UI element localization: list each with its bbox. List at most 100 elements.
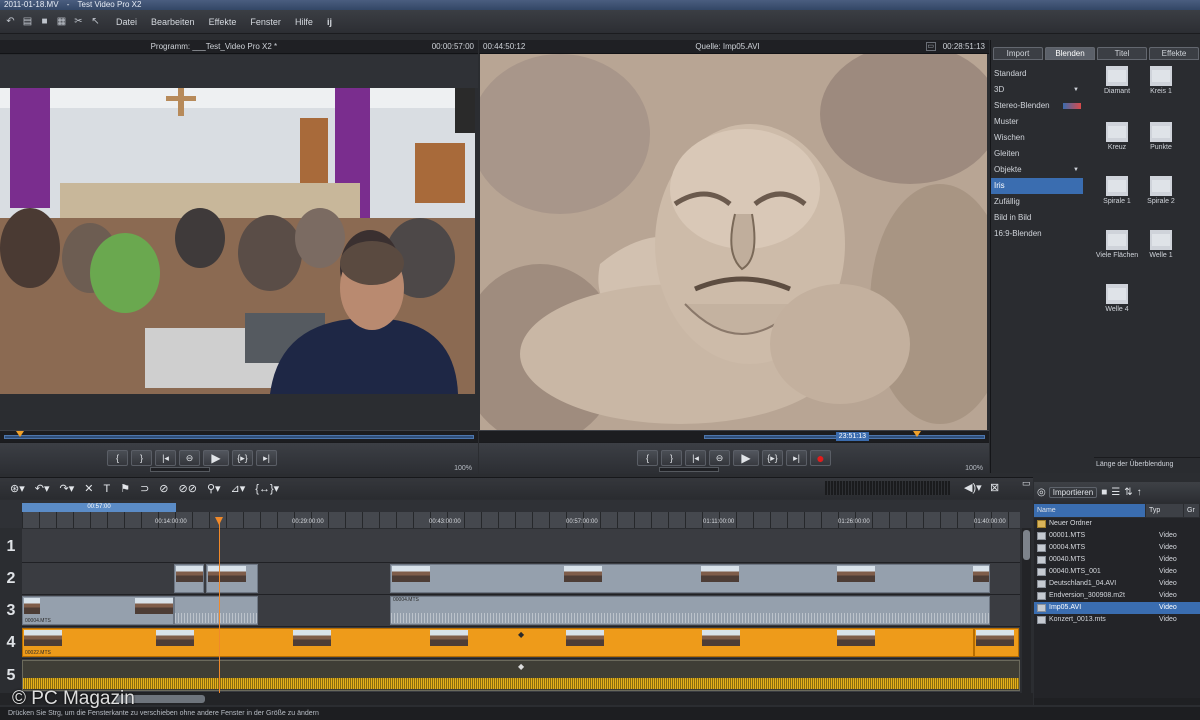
transition-item[interactable]: Kreuz <box>1094 122 1140 151</box>
audio-video-clip[interactable]: 00022.MTS ◆ <box>22 628 974 657</box>
program-scrub-marker[interactable] <box>16 431 24 437</box>
category-item[interactable]: Muster <box>991 114 1085 130</box>
transition-item[interactable]: Viele Flächen <box>1094 230 1140 259</box>
source-loop-button[interactable]: ⊖ <box>709 450 730 466</box>
track-4-label[interactable]: 4 <box>0 627 22 659</box>
transition-item[interactable]: Diamant <box>1094 66 1140 95</box>
column-size[interactable]: Gr <box>1184 504 1200 517</box>
category-item[interactable]: Wischen <box>991 130 1085 146</box>
list-view-icon[interactable]: ☰ <box>1111 487 1120 498</box>
link-icon[interactable]: ⊘ <box>159 482 168 495</box>
track-4[interactable]: 00022.MTS ◆ <box>22 627 1020 659</box>
category-item[interactable]: Iris <box>991 178 1083 194</box>
transition-item[interactable]: Spirale 1 <box>1094 176 1140 205</box>
redo-icon[interactable]: ↷▾ <box>60 482 75 495</box>
menu-fenster[interactable]: Fenster <box>250 17 281 27</box>
track-1[interactable] <box>22 529 1020 563</box>
group-icon[interactable]: ⊿▾ <box>231 482 246 495</box>
import-button[interactable]: Importieren <box>1048 486 1098 498</box>
tab-effekte[interactable]: Effekte <box>1149 47 1199 60</box>
source-scrub-marker[interactable] <box>913 431 921 437</box>
media-file-row[interactable]: 00040.MTS_001 Video <box>1034 566 1200 578</box>
video-clip[interactable]: 00004.MTS <box>390 596 990 625</box>
open-project-icon[interactable]: ▤ <box>21 15 34 28</box>
menu-datei[interactable]: Datei <box>116 17 137 27</box>
loop-range-bar[interactable]: 00:57:00 <box>22 503 176 512</box>
scroll-thumb[interactable] <box>1023 530 1030 560</box>
undo-icon[interactable]: ↶ <box>4 15 17 28</box>
menu-bearbeiten[interactable]: Bearbeiten <box>151 17 195 27</box>
keyframe-icon[interactable]: ◆ <box>518 662 524 671</box>
transition-item[interactable]: Welle 4 <box>1094 284 1140 313</box>
ripple-icon[interactable]: ⊃ <box>140 482 149 495</box>
column-name[interactable]: Name <box>1034 504 1146 517</box>
program-loop-button[interactable]: ⊖ <box>179 450 200 466</box>
video-clip[interactable] <box>206 564 258 593</box>
media-pool-scrollbar[interactable] <box>1034 698 1200 705</box>
save-as-icon[interactable]: ▦ <box>55 15 68 28</box>
source-zoom-level[interactable]: 100% <box>965 465 983 472</box>
column-type[interactable]: Typ <box>1146 504 1184 517</box>
track-3[interactable]: 00004.MTS 00004.MTS <box>22 595 1020 627</box>
program-mark-out-button[interactable]: } <box>131 450 152 466</box>
video-clip[interactable]: 00004.MTS <box>22 596 174 625</box>
program-zoom-level[interactable]: 100% <box>454 465 472 472</box>
media-file-row[interactable]: Konzert_0013.mts Video <box>1034 614 1200 626</box>
keyframe-icon[interactable]: ◆ <box>518 630 524 639</box>
transition-item[interactable]: Welle 1 <box>1138 230 1184 259</box>
category-item[interactable]: Objekte ▼ <box>991 162 1085 178</box>
program-scrub-bar[interactable] <box>0 430 478 442</box>
playhead-line[interactable] <box>219 517 220 697</box>
video-clip[interactable] <box>174 564 204 593</box>
title-tool-icon[interactable]: T <box>103 483 110 495</box>
video-clip[interactable] <box>390 564 990 593</box>
source-play-range-button[interactable]: {▸} <box>762 450 783 466</box>
source-go-start-button[interactable]: |◂ <box>685 450 706 466</box>
source-scrub-bar[interactable]: 23:51:13 <box>479 430 989 442</box>
marker-flag-icon[interactable]: ⚑ <box>120 482 130 495</box>
dropdown-arrow-icon[interactable]: ▼ <box>1073 82 1079 98</box>
media-file-row[interactable]: 00001.MTS Video <box>1034 530 1200 542</box>
delete-icon[interactable]: ✕ <box>84 482 93 495</box>
audio-video-clip[interactable] <box>974 628 1019 657</box>
snap-icon[interactable]: ⚲▾ <box>207 482 221 495</box>
range-icon[interactable]: {↔}▾ <box>255 482 279 495</box>
transition-item[interactable]: Kreis 1 <box>1138 66 1184 95</box>
program-go-start-button[interactable]: |◂ <box>155 450 176 466</box>
media-file-row[interactable]: 00004.MTS Video <box>1034 542 1200 554</box>
tab-titel[interactable]: Titel <box>1097 47 1147 60</box>
video-clip[interactable] <box>174 596 258 625</box>
unlink-icon[interactable]: ⊘⊘ <box>179 482 197 495</box>
dropdown-arrow-icon[interactable]: ▼ <box>1073 162 1079 178</box>
media-file-row[interactable]: Deutschland1_04.AVI Video <box>1034 578 1200 590</box>
help-pointer-icon[interactable]: ↖ <box>89 15 102 28</box>
category-item[interactable]: 16:9-Blenden <box>991 226 1085 242</box>
category-item[interactable]: Standard <box>991 66 1085 82</box>
speaker-icon[interactable]: ◀)▾ <box>964 481 982 494</box>
media-file-row[interactable]: 00040.MTS Video <box>1034 554 1200 566</box>
save-icon[interactable]: ■ <box>1101 487 1107 498</box>
source-shuttle-slider[interactable] <box>659 467 719 472</box>
undo-icon[interactable]: ↶▾ <box>35 482 50 495</box>
program-shuttle-slider[interactable] <box>150 467 210 472</box>
record-button[interactable]: ● <box>810 450 831 466</box>
category-item[interactable]: Stereo-Blenden <box>991 98 1085 114</box>
track-1-label[interactable]: 1 <box>0 531 22 563</box>
up-folder-icon[interactable]: ↑ <box>1137 487 1142 498</box>
menu-hilfe[interactable]: Hilfe <box>295 17 313 27</box>
source-play-button[interactable]: ▶ <box>733 450 759 466</box>
category-item[interactable]: Bild in Bild <box>991 210 1085 226</box>
program-play-range-button[interactable]: {▸} <box>232 450 253 466</box>
source-insert-button[interactable]: ▸| <box>786 450 807 466</box>
mouse-mode-icon[interactable]: ⊛▾ <box>10 482 25 495</box>
track-2-label[interactable]: 2 <box>0 563 22 595</box>
audio-clip[interactable]: ◆ <box>22 660 1020 691</box>
program-scrub-rail[interactable] <box>4 435 474 439</box>
tab-import[interactable]: Import <box>993 47 1043 60</box>
source-mark-out-button[interactable]: } <box>661 450 682 466</box>
media-file-row[interactable]: Neuer Ordner <box>1034 518 1200 530</box>
mixer-icon[interactable]: ⊠ <box>990 481 999 494</box>
track-5[interactable]: ◆ <box>22 659 1020 693</box>
program-go-end-button[interactable]: ▸| <box>256 450 277 466</box>
category-item[interactable]: 3D ▼ <box>991 82 1085 98</box>
